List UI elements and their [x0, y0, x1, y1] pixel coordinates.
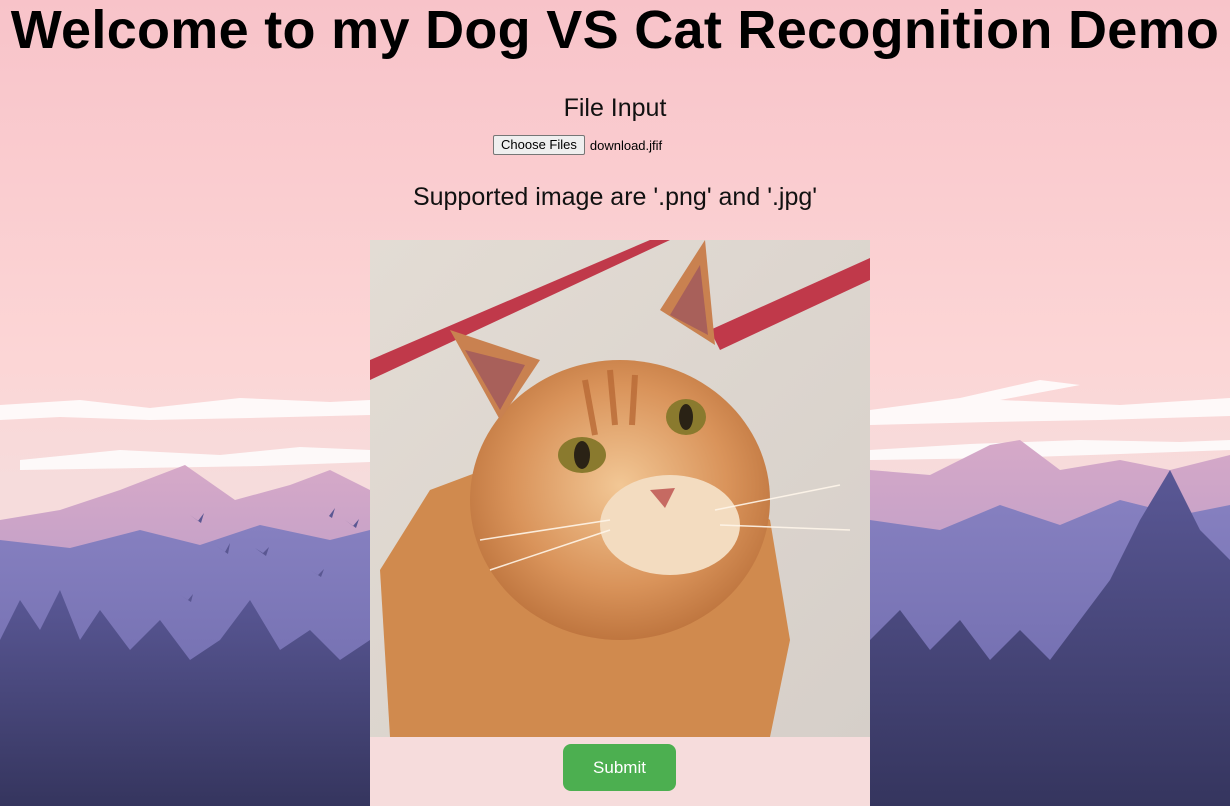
submit-button[interactable]: Submit	[563, 744, 676, 791]
image-preview	[370, 240, 870, 737]
page: Welcome to my Dog VS Cat Recognition Dem…	[0, 0, 1230, 806]
page-title: Welcome to my Dog VS Cat Recognition Dem…	[10, 0, 1220, 60]
choose-files-button[interactable]: Choose Files	[493, 135, 585, 155]
selected-file-name: download.jfif	[589, 137, 663, 153]
supported-formats-text: Supported image are '.png' and '.jpg'	[412, 183, 818, 211]
file-input[interactable]: Choose Files download.jfif	[493, 135, 662, 155]
file-input-label: File Input	[563, 94, 667, 122]
